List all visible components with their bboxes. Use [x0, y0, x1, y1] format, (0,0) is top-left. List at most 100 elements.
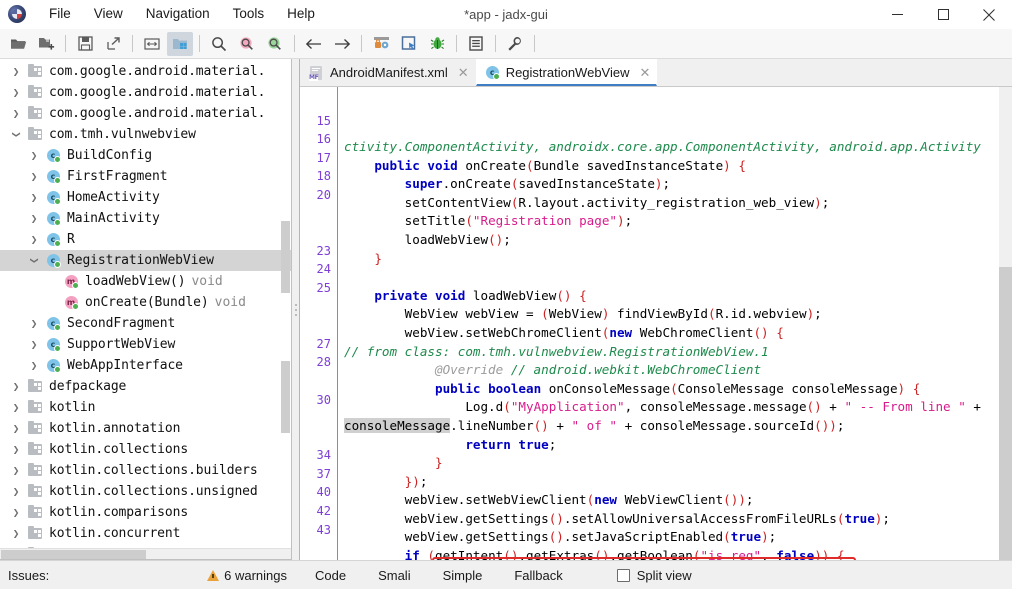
chevron-right-icon[interactable]: ❯	[6, 486, 26, 497]
save-icon[interactable]	[72, 32, 98, 56]
maximize-icon[interactable]	[920, 0, 966, 29]
code-line[interactable]: setTitle("Registration page");	[338, 212, 1012, 231]
tree-vscroll-thumb[interactable]	[281, 221, 290, 293]
tree-item[interactable]: m onCreate(Bundle) void	[0, 292, 291, 313]
warnings-indicator[interactable]: 6 warnings	[207, 568, 299, 583]
editor-tab-androidmanifest[interactable]: MF AndroidManifest.xml ✕	[300, 59, 476, 86]
chevron-right-icon[interactable]: ❯	[24, 234, 44, 245]
menu-tools[interactable]: Tools	[222, 4, 276, 24]
code-line[interactable]: });	[338, 473, 1012, 492]
code-line[interactable]: ctivity.ComponentActivity, androidx.core…	[338, 138, 1012, 157]
chevron-right-icon[interactable]: ❯	[24, 192, 44, 203]
project-tree[interactable]: ❯ com.google.android.material. ❯ com.google…	[0, 59, 291, 548]
search-icon[interactable]	[206, 32, 232, 56]
close-tab-icon[interactable]: ✕	[640, 66, 651, 79]
deobfuscation-icon[interactable]	[368, 32, 394, 56]
tree-item[interactable]: ❯ kotlin.comparisons	[0, 502, 291, 523]
back-icon[interactable]	[301, 32, 327, 56]
editor-tab-registrationwebview[interactable]: c RegistrationWebView ✕	[475, 59, 658, 86]
chevron-right-icon[interactable]: ❯	[6, 381, 26, 392]
tree-horizontal-scrollbar[interactable]	[0, 548, 291, 559]
code-line[interactable]: webView.setWebChromeClient(new WebChrome…	[338, 324, 1012, 343]
open-file-icon[interactable]	[5, 32, 31, 56]
chevron-right-icon[interactable]: ❯	[6, 507, 26, 518]
tree-item[interactable]: ❯ c BuildConfig	[0, 145, 291, 166]
tree-item[interactable]: ❯ c SupportWebView	[0, 334, 291, 355]
code-vertical-scrollbar[interactable]	[999, 87, 1012, 560]
code-line[interactable]: public void onCreate(Bundle savedInstanc…	[338, 157, 1012, 176]
code-line[interactable]: WebView webView = (WebView) findViewById…	[338, 305, 1012, 324]
code-line[interactable]: // from class: com.tmh.vulnwebview.Regis…	[338, 343, 1012, 362]
code-line[interactable]: setContentView(R.layout.activity_registr…	[338, 194, 1012, 213]
code-line[interactable]: consoleMessage.lineNumber() + " of " + c…	[338, 417, 1012, 436]
search-class-icon[interactable]	[234, 32, 260, 56]
tree-item[interactable]: ❯ com.google.android.material.	[0, 103, 291, 124]
tab-code[interactable]: Code	[301, 564, 360, 587]
menu-view[interactable]: View	[83, 4, 134, 24]
split-view-checkbox[interactable]	[616, 568, 630, 582]
panel-splitter[interactable]	[292, 59, 299, 560]
log-viewer-icon[interactable]	[463, 32, 489, 56]
code-content[interactable]: ctivity.ComponentActivity, androidx.core…	[338, 87, 1012, 560]
tree-item[interactable]: ❯ c MainActivity	[0, 208, 291, 229]
chevron-right-icon[interactable]: ❯	[24, 150, 44, 161]
chevron-right-icon[interactable]: ❯	[6, 66, 26, 77]
menu-file[interactable]: File	[38, 4, 82, 24]
tree-item[interactable]: ❯ kotlin	[0, 397, 291, 418]
chevron-right-icon[interactable]: ❯	[6, 87, 26, 98]
close-tab-icon[interactable]: ✕	[458, 66, 469, 79]
chevron-right-icon[interactable]: ❯	[6, 108, 26, 119]
tab-smali[interactable]: Smali	[364, 564, 425, 587]
tree-item[interactable]: ❯ com.tmh.vulnwebview	[0, 124, 291, 145]
chevron-right-icon[interactable]: ❯	[6, 465, 26, 476]
export-icon[interactable]	[100, 32, 126, 56]
tree-item[interactable]: ❯ com.google.android.material.	[0, 82, 291, 103]
chevron-down-icon[interactable]: ❯	[24, 255, 44, 266]
code-line[interactable]: }	[338, 454, 1012, 473]
flat-packages-icon[interactable]	[167, 31, 193, 56]
chevron-right-icon[interactable]: ❯	[24, 213, 44, 224]
tree-item[interactable]: ❯ defpackage	[0, 376, 291, 397]
chevron-right-icon[interactable]: ❯	[6, 528, 26, 539]
add-files-icon[interactable]	[33, 32, 59, 56]
tree-vertical-scrollbar[interactable]	[281, 61, 290, 557]
chevron-right-icon[interactable]: ❯	[24, 360, 44, 371]
code-line[interactable]: private void loadWebView() {	[338, 287, 1012, 306]
menu-help[interactable]: Help	[276, 4, 326, 24]
chevron-right-icon[interactable]: ❯	[24, 171, 44, 182]
code-line[interactable]: webView.setWebViewClient(new WebViewClie…	[338, 491, 1012, 510]
chevron-right-icon[interactable]: ❯	[6, 402, 26, 413]
minimize-icon[interactable]	[874, 0, 920, 29]
code-editor[interactable]: 15 16 17 18 20 23 24 25 27 28 30 34 37 40 42 43 45 ctivi…	[300, 87, 1012, 560]
code-line[interactable]: Log.d("MyApplication", consoleMessage.me…	[338, 398, 1012, 417]
code-line[interactable]: if (getIntent().getExtras().getBoolean("…	[338, 547, 1012, 560]
tree-item[interactable]: ❯ com.google.android.material.	[0, 61, 291, 82]
search-resource-icon[interactable]	[262, 32, 288, 56]
tree-item[interactable]: m loadWebView() void	[0, 271, 291, 292]
tree-item[interactable]: ❯ kotlin.collections.builders	[0, 460, 291, 481]
tree-item[interactable]: ❯ c WebAppInterface	[0, 355, 291, 376]
preferences-wrench-icon[interactable]	[502, 32, 528, 56]
chevron-right-icon[interactable]: ❯	[6, 423, 26, 434]
tree-hscroll-thumb[interactable]	[1, 550, 146, 559]
tree-item[interactable]: ❯ c R	[0, 229, 291, 250]
code-line[interactable]: loadWebView();	[338, 231, 1012, 250]
code-line[interactable]: webView.getSettings().setJavaScriptEnabl…	[338, 528, 1012, 547]
code-line[interactable]: return true;	[338, 436, 1012, 455]
code-line[interactable]: webView.getSettings().setAllowUniversalA…	[338, 510, 1012, 529]
code-line[interactable]: super.onCreate(savedInstanceState);	[338, 175, 1012, 194]
chevron-right-icon[interactable]: ❯	[6, 444, 26, 455]
quark-frame-icon[interactable]	[396, 32, 422, 56]
tree-item[interactable]: ❯ c RegistrationWebView	[0, 250, 291, 271]
tree-item[interactable]: ❯ kotlin.annotation	[0, 418, 291, 439]
menu-navigation[interactable]: Navigation	[135, 4, 221, 24]
tab-simple[interactable]: Simple	[429, 564, 497, 587]
tree-vscroll-thumb-2[interactable]	[281, 361, 290, 433]
code-line[interactable]: }	[338, 250, 1012, 269]
tree-item[interactable]: ❯ kotlin.concurrent	[0, 523, 291, 544]
chevron-down-icon[interactable]: ❯	[6, 129, 26, 140]
tree-item[interactable]: ❯ kotlin.collections	[0, 439, 291, 460]
split-view-toggle[interactable]: Split view	[616, 568, 692, 583]
chevron-right-icon[interactable]: ❯	[24, 318, 44, 329]
debugger-bug-icon[interactable]	[424, 32, 450, 56]
